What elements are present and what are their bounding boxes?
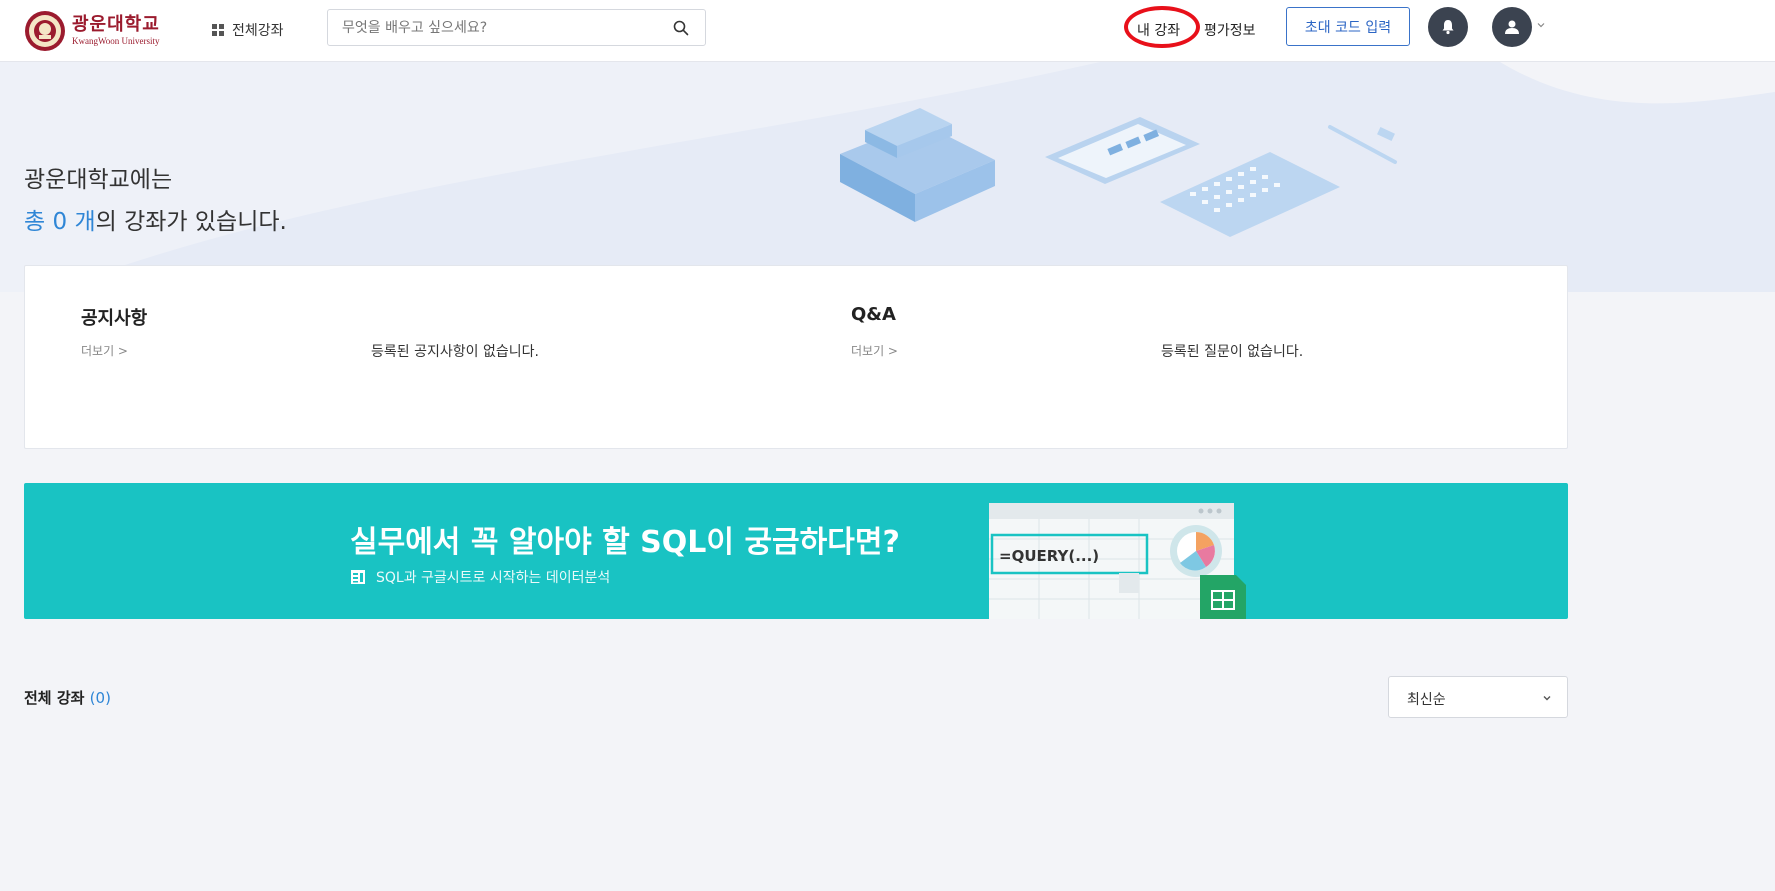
user-avatar-icon bbox=[1505, 20, 1519, 34]
search-input[interactable] bbox=[342, 18, 662, 38]
hero-illustration bbox=[840, 108, 1397, 237]
chevron-down-icon[interactable] bbox=[1536, 20, 1546, 30]
logo-name-kr: 광운대학교 bbox=[72, 14, 160, 35]
nav-evaluation[interactable]: 평가정보 bbox=[1204, 20, 1256, 40]
banner-title: 실무에서 꼭 알아야 할 SQL이 궁금하다면? bbox=[350, 525, 900, 560]
banner-subtitle-row: SQL과 구글시트로 시작하는 데이터분석 bbox=[350, 567, 610, 587]
all-courses-heading: 전체 강좌 bbox=[24, 689, 85, 707]
all-courses-label: 전체강좌 bbox=[232, 23, 284, 39]
all-courses-menu[interactable]: 전체강좌 bbox=[212, 20, 284, 40]
document-icon bbox=[351, 570, 365, 584]
hero-section: 광운대학교에는 총 0 개의 강좌가 있습니다. bbox=[0, 62, 1775, 292]
nav-my-courses[interactable]: 내 강좌 bbox=[1137, 20, 1180, 40]
spreadsheet-illustration: =QUERY(...) bbox=[989, 503, 1246, 619]
banner-subtitle: SQL과 구글시트로 시작하는 데이터분석 bbox=[376, 570, 611, 586]
logo-name-en: KwangWoon University bbox=[72, 36, 160, 46]
count-unit: 개 bbox=[74, 209, 96, 235]
notice-more-link[interactable]: 더보기 > bbox=[81, 342, 128, 359]
top-header: 광운대학교 KwangWoon University 전체강좌 내 강좌 평가정… bbox=[0, 0, 1775, 62]
qna-empty-text: 등록된 질문이 없습니다. bbox=[1161, 344, 1304, 360]
bell-icon bbox=[1442, 20, 1454, 35]
course-count: 0 bbox=[52, 209, 68, 235]
sql-promo-banner[interactable]: 실무에서 꼭 알아야 할 SQL이 궁금하다면? SQL과 구글시트로 시작하는… bbox=[24, 483, 1568, 619]
course-count-text: 총 0 개의 강좌가 있습니다. bbox=[24, 202, 287, 236]
hero-heading: 광운대학교에는 bbox=[24, 167, 173, 193]
count-prefix: 총 bbox=[24, 209, 46, 235]
university-seal-icon bbox=[25, 11, 65, 51]
grid-icon bbox=[212, 24, 224, 36]
page: 광운대학교 KwangWoon University 전체강좌 내 강좌 평가정… bbox=[0, 0, 1775, 891]
all-courses-title: 전체 강좌 (0) bbox=[24, 687, 111, 708]
user-avatar-button[interactable] bbox=[1492, 7, 1532, 47]
invite-code-button[interactable]: 초대 코드 입력 bbox=[1286, 7, 1410, 46]
sort-dropdown[interactable]: 최신순 bbox=[1388, 676, 1568, 718]
notice-empty-text: 등록된 공지사항이 없습니다. bbox=[371, 344, 539, 360]
all-courses-count: (0) bbox=[89, 689, 111, 707]
notice-qna-card: 공지사항 더보기 > 등록된 공지사항이 없습니다. Q&A 더보기 > 등록된… bbox=[24, 265, 1568, 449]
search-box bbox=[327, 9, 706, 46]
notice-title: 공지사항 bbox=[81, 308, 148, 329]
search-icon[interactable] bbox=[673, 20, 689, 36]
sort-selected-value: 최신순 bbox=[1407, 692, 1446, 708]
university-logo[interactable]: 광운대학교 KwangWoon University bbox=[24, 10, 160, 52]
formula-text: =QUERY(...) bbox=[999, 547, 1099, 565]
chevron-down-icon bbox=[1543, 696, 1551, 701]
qna-more-link[interactable]: 더보기 > bbox=[851, 342, 898, 359]
notification-button[interactable] bbox=[1428, 7, 1468, 47]
qna-title: Q&A bbox=[851, 304, 896, 325]
count-suffix: 의 강좌가 있습니다. bbox=[95, 209, 287, 235]
